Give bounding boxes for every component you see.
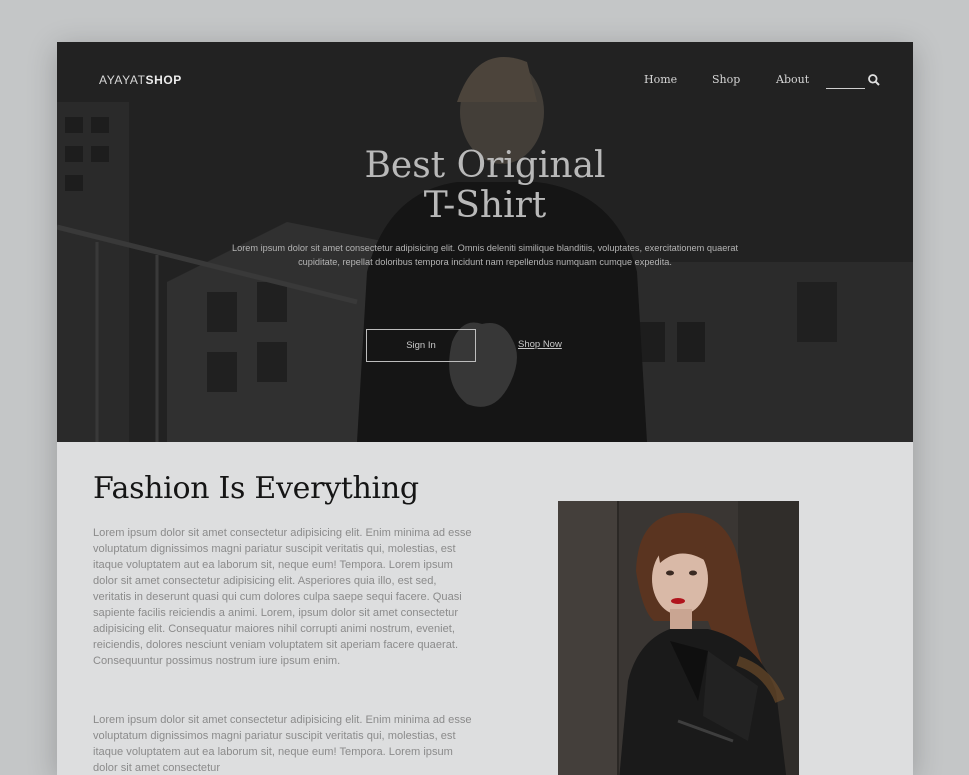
hero-section: AYAYATSHOP Home Shop About Best Original…	[57, 42, 913, 442]
sign-in-button[interactable]: Sign In	[366, 329, 476, 362]
section-paragraph-2: Lorem ipsum dolor sit amet consectetur a…	[93, 714, 472, 774]
search-input[interactable]	[826, 88, 865, 89]
nav-home[interactable]: Home	[644, 73, 677, 86]
shop-now-link[interactable]: Shop Now	[518, 339, 562, 350]
model-portrait-illustration	[558, 501, 799, 775]
hero-title-line1: Best Original	[364, 145, 606, 186]
nav-about[interactable]: About	[776, 73, 809, 86]
nav-shop[interactable]: Shop	[712, 73, 740, 86]
model-portrait-image	[558, 501, 799, 775]
hero-title-line2: T-Shirt	[423, 185, 547, 226]
hero-title: Best Original T-Shirt	[285, 146, 685, 226]
page-frame: AYAYATSHOP Home Shop About Best Original…	[57, 42, 913, 775]
brand-logo[interactable]: AYAYATSHOP	[99, 73, 182, 87]
brand-logo-bold: SHOP	[145, 73, 182, 87]
section-title: Fashion Is Everything	[93, 471, 419, 506]
search-icon[interactable]	[867, 73, 881, 87]
brand-logo-light: AYAYAT	[99, 73, 146, 87]
section-paragraph-1: Lorem ipsum dolor sit amet consectetur a…	[93, 527, 472, 667]
hero-subtitle: Lorem ipsum dolor sit amet consectetur a…	[231, 243, 739, 267]
